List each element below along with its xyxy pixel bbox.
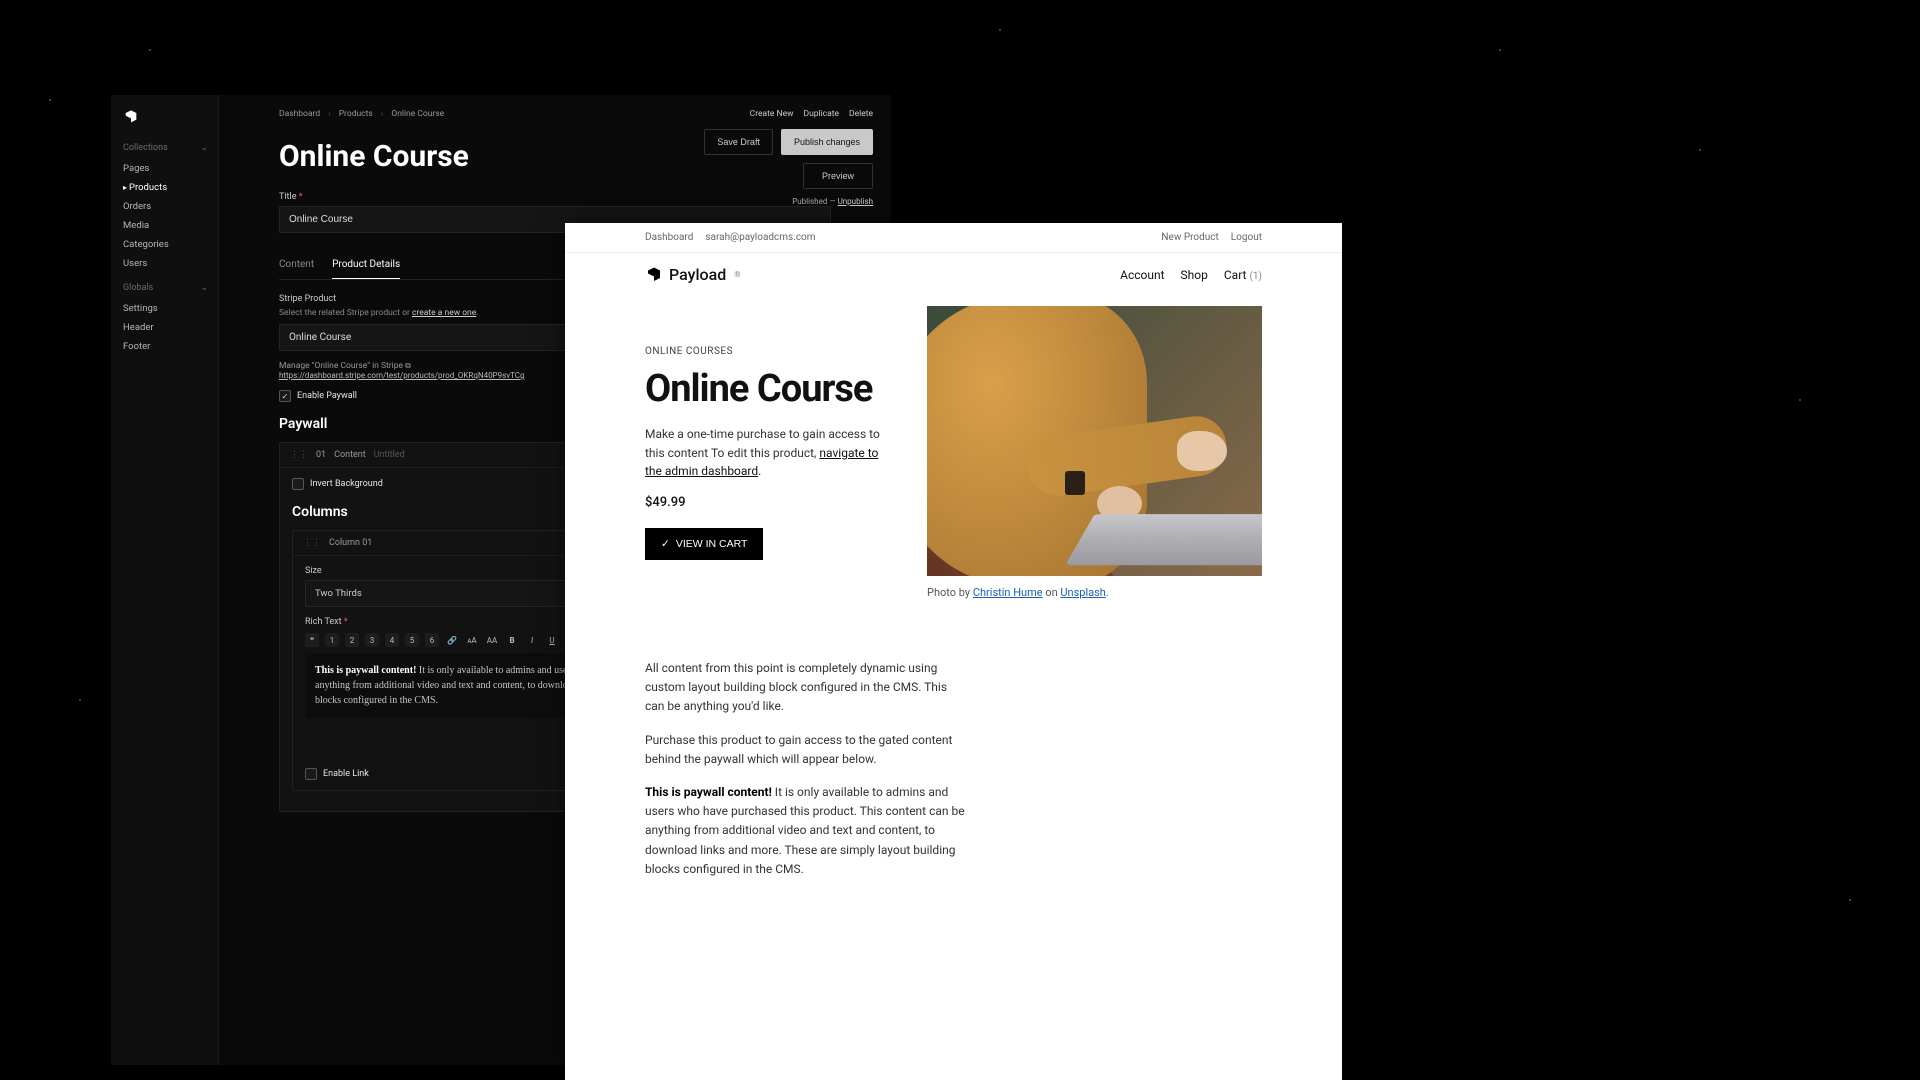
eyebrow: ONLINE COURSES: [645, 346, 897, 357]
check-icon: ✓: [661, 538, 670, 550]
tab-content[interactable]: Content: [279, 253, 314, 279]
product-image: [927, 306, 1262, 576]
create-new-link[interactable]: Create New: [750, 109, 794, 119]
sidebar-item-orders[interactable]: Orders: [123, 197, 218, 216]
breadcrumb-dashboard[interactable]: Dashboard: [279, 109, 320, 119]
rte-h3-icon[interactable]: 3: [365, 633, 379, 647]
unpublish-link[interactable]: Unpublish: [838, 197, 873, 206]
publish-status: Published — Unpublish: [693, 197, 873, 206]
nav-account[interactable]: Account: [1120, 268, 1164, 282]
breadcrumb-products[interactable]: Products: [339, 109, 373, 119]
body-p3: This is paywall content! It is only avai…: [645, 783, 965, 879]
price: $49.99: [645, 495, 897, 510]
nav-shop[interactable]: Shop: [1181, 268, 1208, 282]
rte-underline-icon[interactable]: U: [545, 633, 559, 647]
lede: Make a one-time purchase to gain access …: [645, 425, 897, 481]
body-p1: All content from this point is completel…: [645, 659, 965, 717]
payload-logo-icon: [645, 266, 663, 284]
rte-h5-icon[interactable]: 5: [405, 633, 419, 647]
preview-button[interactable]: Preview: [803, 163, 873, 189]
sidebar-item-pages[interactable]: Pages: [123, 159, 218, 178]
photo-credit: Photo by Christin Hume on Unsplash.: [927, 586, 1262, 599]
sidebar-item-categories[interactable]: Categories: [123, 235, 218, 254]
rte-h4-icon[interactable]: 4: [385, 633, 399, 647]
credit-author-link[interactable]: Christin Hume: [973, 586, 1043, 599]
sidebar-item-footer[interactable]: Footer: [123, 337, 218, 356]
sidebar-item-settings[interactable]: Settings: [123, 299, 218, 318]
body-p2: Purchase this product to gain access to …: [645, 731, 965, 769]
body-content: All content from this point is completel…: [565, 619, 1045, 933]
publish-button[interactable]: Publish changes: [781, 129, 873, 155]
rte-quote-icon[interactable]: ❝: [305, 633, 319, 647]
product-title: Online Course: [645, 367, 897, 411]
create-stripe-link[interactable]: create a new one: [412, 308, 476, 318]
checkbox-checked-icon[interactable]: ✓: [279, 390, 291, 402]
admin-actionbar: Create New Duplicate Delete Save Draft P…: [693, 109, 873, 206]
rte-h6-icon[interactable]: 6: [425, 633, 439, 647]
rte-link-icon[interactable]: 🔗: [445, 633, 459, 647]
rte-h1-icon[interactable]: 1: [325, 633, 339, 647]
brand[interactable]: Payload®: [645, 265, 741, 284]
chevron-down-icon: ⌄: [200, 283, 208, 293]
sidebar-item-media[interactable]: Media: [123, 216, 218, 235]
save-draft-button[interactable]: Save Draft: [704, 129, 773, 155]
topbar-logout-link[interactable]: Logout: [1231, 232, 1262, 243]
sidebar-item-products[interactable]: Products: [123, 178, 218, 197]
sidebar-item-users[interactable]: Users: [123, 254, 218, 273]
rte-small-icon[interactable]: ᴀA: [465, 633, 479, 647]
external-link-icon: ⧉: [405, 361, 411, 370]
tab-product-details[interactable]: Product Details: [332, 253, 400, 279]
rte-italic-icon[interactable]: I: [525, 633, 539, 647]
breadcrumb-current: Online Course: [391, 109, 444, 119]
front-navbar: Payload® Account Shop Cart (1): [565, 253, 1342, 296]
rte-large-icon[interactable]: AA: [485, 633, 499, 647]
payload-logo-icon[interactable]: [123, 109, 139, 125]
duplicate-link[interactable]: Duplicate: [804, 109, 840, 119]
globals-group[interactable]: Globals ⌄: [123, 283, 218, 293]
drag-handle-icon[interactable]: ⋮⋮: [303, 538, 321, 548]
frontend-window: Dashboard sarah@payloadcms.com New Produ…: [565, 223, 1342, 1080]
rte-bold-icon[interactable]: B: [505, 633, 519, 647]
view-in-cart-button[interactable]: ✓ VIEW IN CART: [645, 528, 763, 560]
sidebar-item-header[interactable]: Header: [123, 318, 218, 337]
chevron-down-icon: ⌄: [200, 143, 208, 153]
hero: ONLINE COURSES Online Course Make a one-…: [565, 296, 1342, 619]
topbar-email: sarah@payloadcms.com: [705, 232, 815, 243]
rte-h2-icon[interactable]: 2: [345, 633, 359, 647]
front-topbar: Dashboard sarah@payloadcms.com New Produ…: [565, 223, 1342, 253]
collections-group[interactable]: Collections ⌄: [123, 143, 218, 153]
credit-source-link[interactable]: Unsplash: [1060, 586, 1105, 599]
nav-cart[interactable]: Cart (1): [1224, 268, 1262, 282]
checkbox-unchecked-icon[interactable]: ✓: [292, 478, 304, 490]
topbar-new-product-link[interactable]: New Product: [1161, 232, 1218, 243]
checkbox-unchecked-icon[interactable]: ✓: [305, 768, 317, 780]
drag-handle-icon[interactable]: ⋮⋮: [290, 450, 308, 460]
delete-link[interactable]: Delete: [849, 109, 873, 119]
admin-sidebar: Collections ⌄ Pages Products Orders Medi…: [111, 95, 219, 1065]
topbar-dashboard-link[interactable]: Dashboard: [645, 232, 693, 243]
